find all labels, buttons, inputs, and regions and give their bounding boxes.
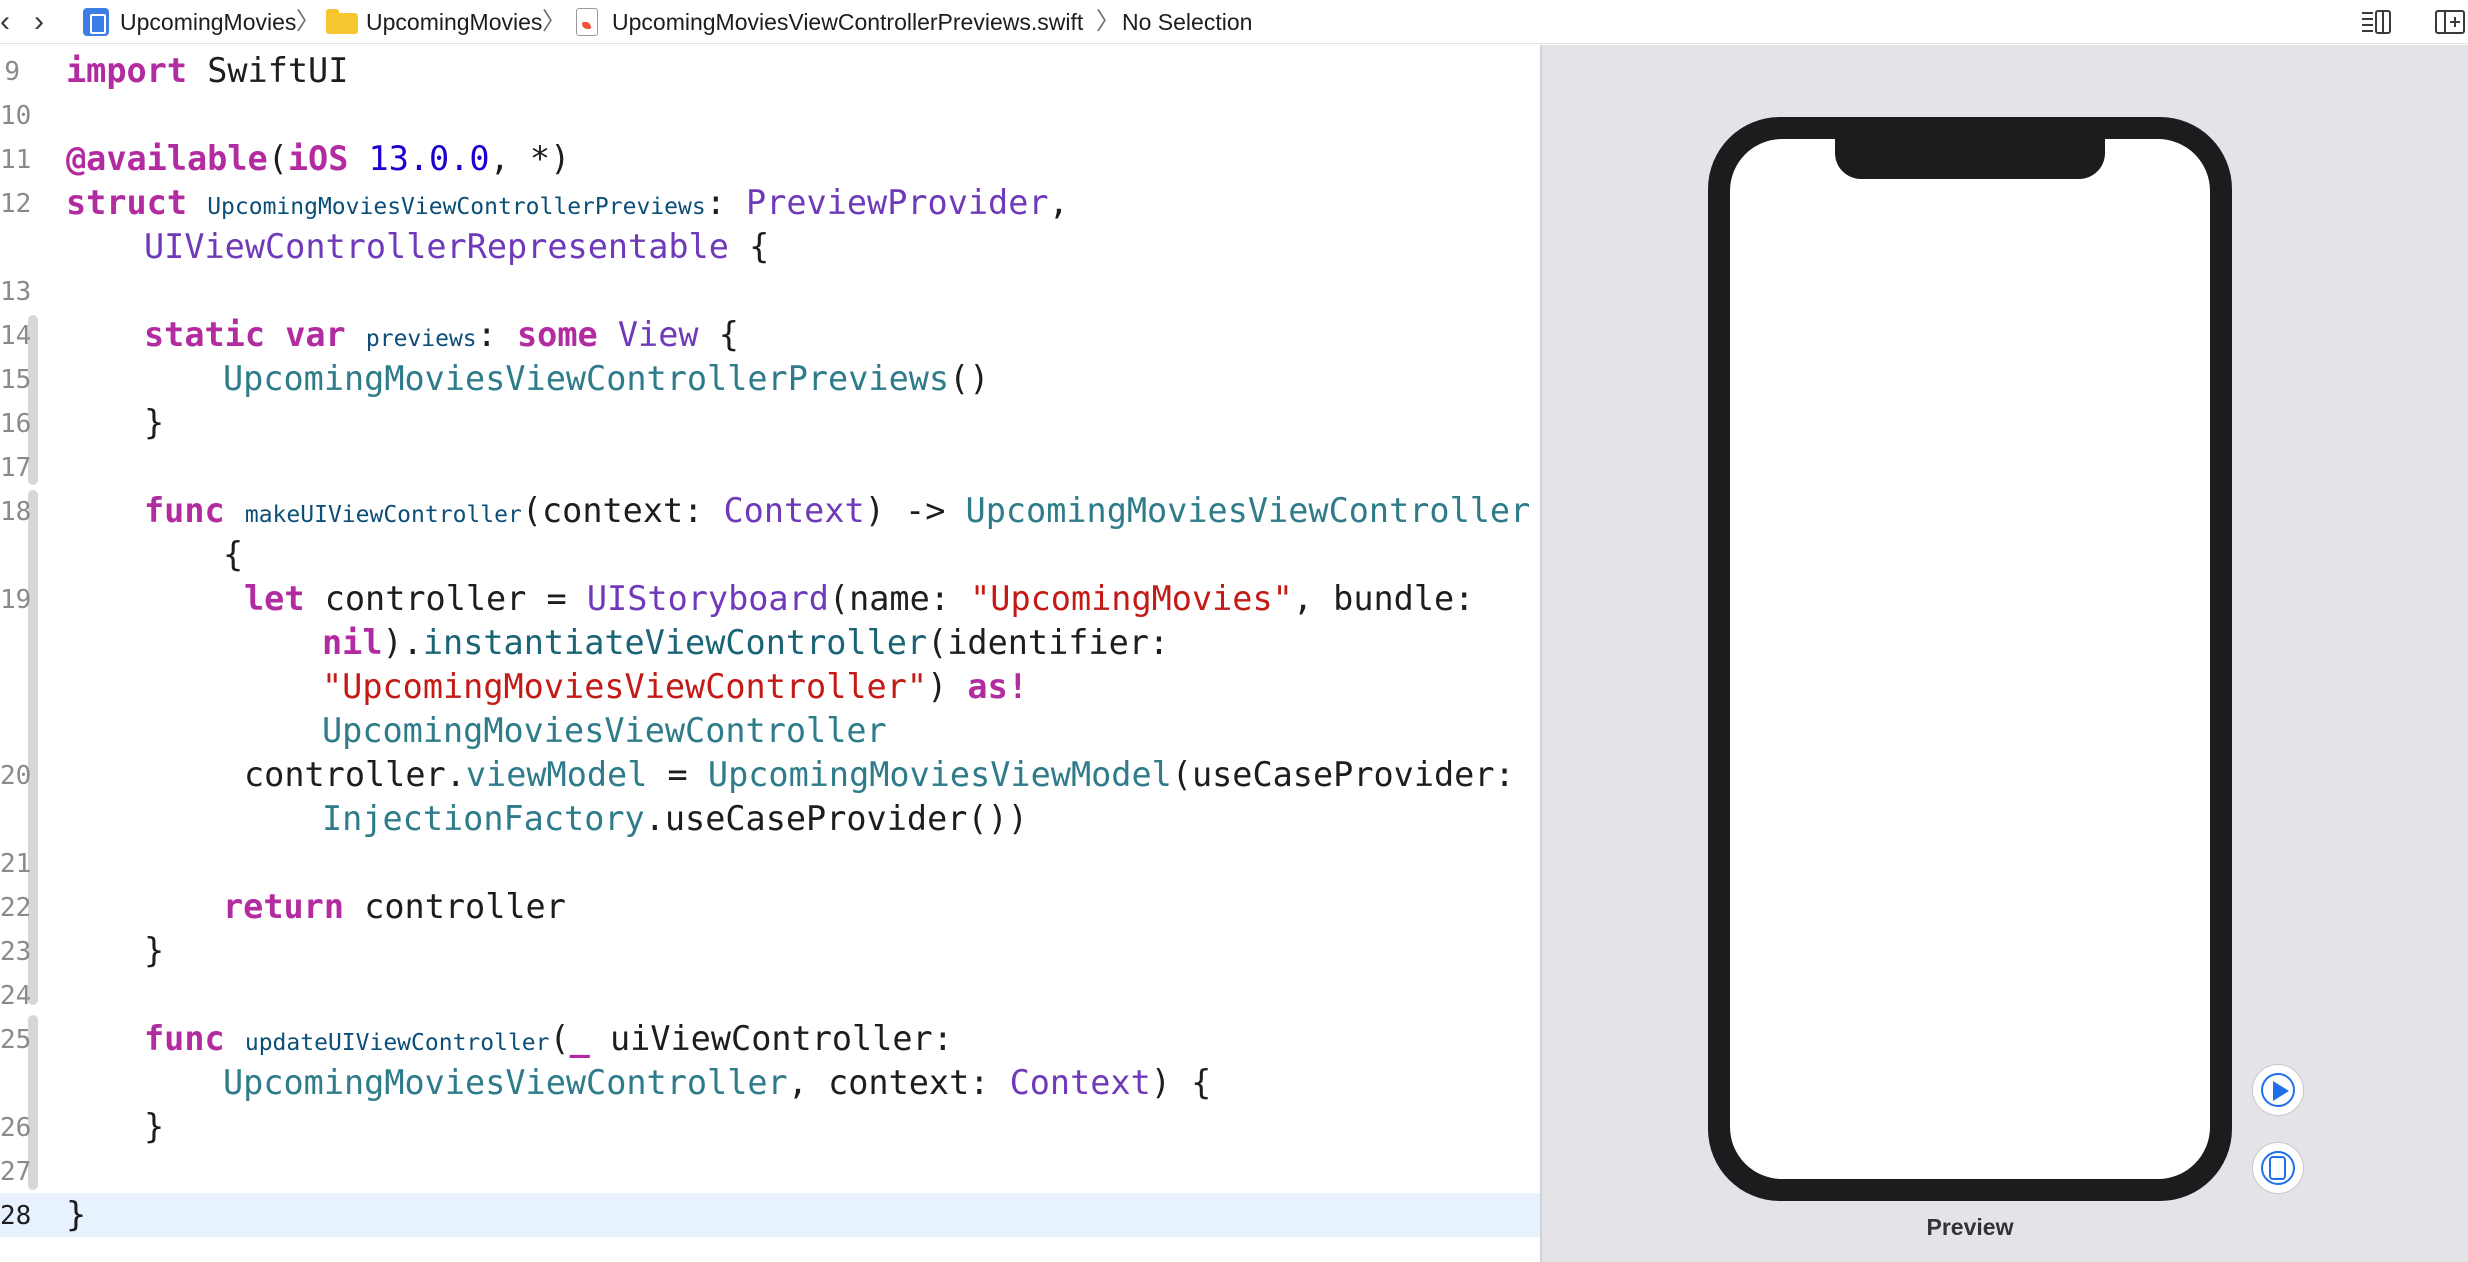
breadcrumb-file[interactable]: UpcomingMoviesViewControllerPreviews.swi… [612,0,1083,44]
line-number: 17 [0,453,32,483]
line-number: 10 [0,101,32,131]
line-number: 13 [0,277,32,307]
line-number: 19 [0,585,32,615]
preview-label: Preview [1926,1214,2014,1240]
code-line: } [144,931,165,970]
folder-icon [326,9,358,34]
line-number: 11 [0,145,32,175]
line-number: 12 [0,189,32,219]
code-line: UpcomingMoviesViewController, context: C… [223,1063,1212,1102]
code-line: InjectionFactory.useCaseProvider()) [322,799,1028,838]
project-icon [83,8,109,36]
chevron-left-icon[interactable]: ‹ [0,0,10,44]
source-editor[interactable]: 9 10 11 12 13 14 15 16 17 18 19 20 21 22… [0,45,1540,1262]
line-number: 22 [0,893,32,923]
line-number: 24 [0,981,32,1011]
code-line: static var previews: some View { [144,315,739,354]
line-number: 23 [0,937,32,967]
code-line: } [144,1107,165,1146]
code-line: import SwiftUI [66,51,349,90]
line-number: 21 [0,849,32,879]
current-line-highlight [0,1193,1540,1237]
code-line: } [144,403,165,442]
play-circle-icon [2261,1073,2295,1107]
line-number: 20 [0,761,32,791]
code-line: { [223,535,244,574]
line-number: 9 [4,57,20,87]
line-number: 27 [0,1157,32,1187]
breadcrumb-separator: 〉 [296,8,320,35]
code-line: UIViewControllerRepresentable { [144,227,770,266]
code-line: UpcomingMoviesViewControllerPreviews() [223,359,990,398]
swift-file-icon [576,8,598,36]
live-preview-button[interactable] [2252,1064,2304,1116]
add-editor-icon[interactable] [2434,9,2466,35]
code-line: struct UpcomingMoviesViewControllerPrevi… [66,183,1069,222]
line-number: 16 [0,409,32,439]
device-notch [1835,137,2105,179]
breadcrumb-project[interactable]: UpcomingMovies [120,0,296,44]
code-line: func makeUIViewController(context: Conte… [144,491,1531,530]
line-number: 18 [0,497,32,527]
inspector-toggle-icon[interactable] [2360,9,2392,35]
code-line: let controller = UIStoryboard(name: "Upc… [244,579,1475,618]
preview-on-device-button[interactable] [2252,1142,2304,1194]
breadcrumb-separator: 〉 [542,8,566,35]
code-line: func updateUIViewController(_ uiViewCont… [144,1019,953,1058]
breadcrumb-selection[interactable]: No Selection [1122,0,1252,44]
code-line: "UpcomingMoviesViewController") as! [322,667,1028,706]
code-line-current: } [66,1195,87,1234]
breadcrumb-folder[interactable]: UpcomingMovies [366,0,542,44]
code-line: UpcomingMoviesViewController [322,711,887,750]
code-line: controller.viewModel = UpcomingMoviesVie… [244,755,1515,794]
device-circle-icon [2261,1151,2295,1185]
line-number: 14 [0,321,32,351]
code-line: return controller [223,887,566,926]
line-number-current: 28 [0,1201,32,1231]
chevron-right-icon[interactable]: › [34,0,44,44]
breadcrumb-separator: 〉 [1096,8,1120,35]
line-number: 25 [0,1025,32,1055]
code-line: nil).instantiateViewController(identifie… [322,623,1170,662]
jump-bar: ‹ › UpcomingMovies 〉 UpcomingMovies 〉 Up… [0,0,2468,44]
change-ruler [28,490,38,1005]
device-screen[interactable] [1730,139,2210,1179]
line-number: 26 [0,1113,32,1143]
line-number: 15 [0,365,32,395]
code-line: @available(iOS 13.0.0, *) [66,139,571,178]
